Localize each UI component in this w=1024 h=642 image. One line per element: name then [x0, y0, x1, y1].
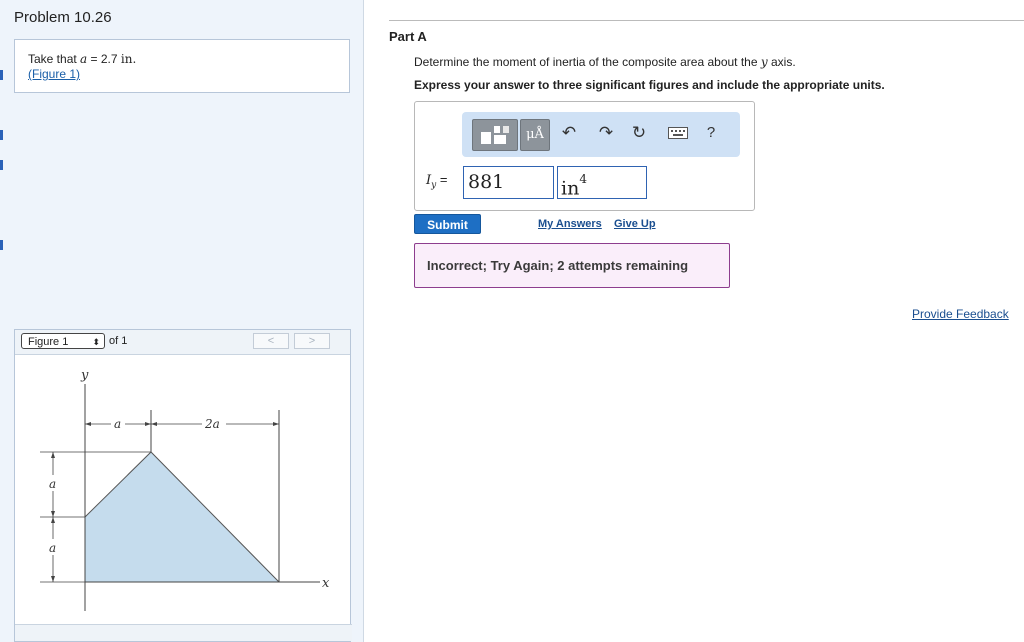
units-button[interactable]: μÅ — [520, 119, 550, 151]
select-arrows-icon: ⬍ — [92, 337, 100, 347]
unit-base: in — [561, 177, 580, 200]
dim-arrow — [85, 422, 91, 426]
given-prefix: Take that — [28, 52, 81, 66]
question-var: y — [760, 55, 768, 69]
dim-arrow — [51, 511, 55, 517]
edge-marks — [0, 60, 3, 280]
prev-figure-button[interactable]: < — [253, 333, 289, 349]
dim-a-upper-left-label: a — [49, 477, 56, 491]
templates-button[interactable] — [472, 119, 518, 151]
y-axis-label: y — [80, 368, 89, 383]
figure-panel: Figure 1 ⬍ of 1 < > y x a 2a a a — [14, 329, 352, 642]
given-unit: in. — [120, 52, 137, 66]
answer-value-input[interactable]: 881 — [463, 166, 554, 199]
unit-exponent: 4 — [579, 172, 587, 186]
x-axis-label: x — [322, 576, 330, 591]
figure-select-value: Figure 1 — [28, 336, 69, 348]
problem-title: Problem 10.26 — [14, 9, 112, 26]
divider — [389, 20, 1024, 21]
give-up-link[interactable]: Give Up — [614, 218, 656, 230]
figure-link[interactable]: (Figure 1) — [28, 67, 80, 81]
dim-arrow — [145, 422, 151, 426]
undo-icon[interactable]: ↶ — [558, 118, 580, 148]
answer-label: Iy = — [426, 172, 447, 191]
dim-arrow — [51, 517, 55, 523]
dim-a-lower-left-label: a — [49, 541, 56, 555]
question-suffix: axis. — [767, 55, 796, 69]
answer-box: μÅ ↶ ↷ ↻ ? Iy = 881 in4 — [414, 101, 755, 211]
next-figure-button[interactable]: > — [294, 333, 330, 349]
answer-unit-input[interactable]: in4 — [557, 166, 647, 199]
dim-arrow — [151, 422, 157, 426]
left-pane: Problem 10.26 Take that a = 2.7 in. (Fig… — [0, 0, 364, 642]
figure-count: of 1 — [109, 335, 128, 347]
given-box: Take that a = 2.7 in. (Figure 1) — [14, 39, 350, 93]
feedback-message: Incorrect; Try Again; 2 attempts remaini… — [427, 258, 689, 273]
feedback-box: Incorrect; Try Again; 2 attempts remaini… — [414, 243, 730, 288]
dim-arrow — [273, 422, 279, 426]
provide-feedback-link[interactable]: Provide Feedback — [912, 307, 1009, 321]
given-statement: Take that a = 2.7 in. — [28, 52, 336, 67]
figure-canvas: y x a 2a a a — [15, 354, 352, 624]
dim-arrow — [51, 576, 55, 582]
answer-eq: = — [436, 172, 448, 187]
keyboard-icon[interactable] — [667, 118, 689, 148]
figure-select[interactable]: Figure 1 ⬍ — [21, 333, 105, 349]
question-prefix: Determine the moment of inertia of the c… — [414, 55, 761, 69]
submit-button[interactable]: Submit — [414, 214, 481, 234]
given-eq: = 2.7 — [87, 52, 121, 66]
help-button[interactable]: ? — [700, 118, 722, 148]
math-toolbar: μÅ ↶ ↷ ↻ ? — [462, 112, 740, 157]
figure-footer — [15, 624, 352, 641]
figure-diagram: y x a 2a a a — [40, 368, 330, 611]
redo-icon[interactable]: ↷ — [595, 118, 617, 148]
dim-a-top-label: a — [114, 417, 121, 431]
question-text: Determine the moment of inertia of the c… — [414, 55, 796, 69]
instruction-text: Express your answer to three significant… — [414, 78, 885, 92]
part-title: Part A — [389, 29, 427, 44]
reset-icon[interactable]: ↻ — [628, 118, 650, 148]
templates-icon — [481, 126, 509, 144]
composite-area-shape — [84, 451, 281, 583]
figure-toolbar: Figure 1 ⬍ of 1 < > — [15, 330, 350, 355]
keyboard-glyph — [668, 127, 688, 139]
dim-arrow — [51, 452, 55, 458]
figure-nav: < > — [253, 333, 347, 350]
dim-2a-top-label: 2a — [204, 417, 220, 431]
my-answers-link[interactable]: My Answers — [538, 218, 602, 230]
right-pane: Part A Determine the moment of inertia o… — [364, 0, 1024, 642]
